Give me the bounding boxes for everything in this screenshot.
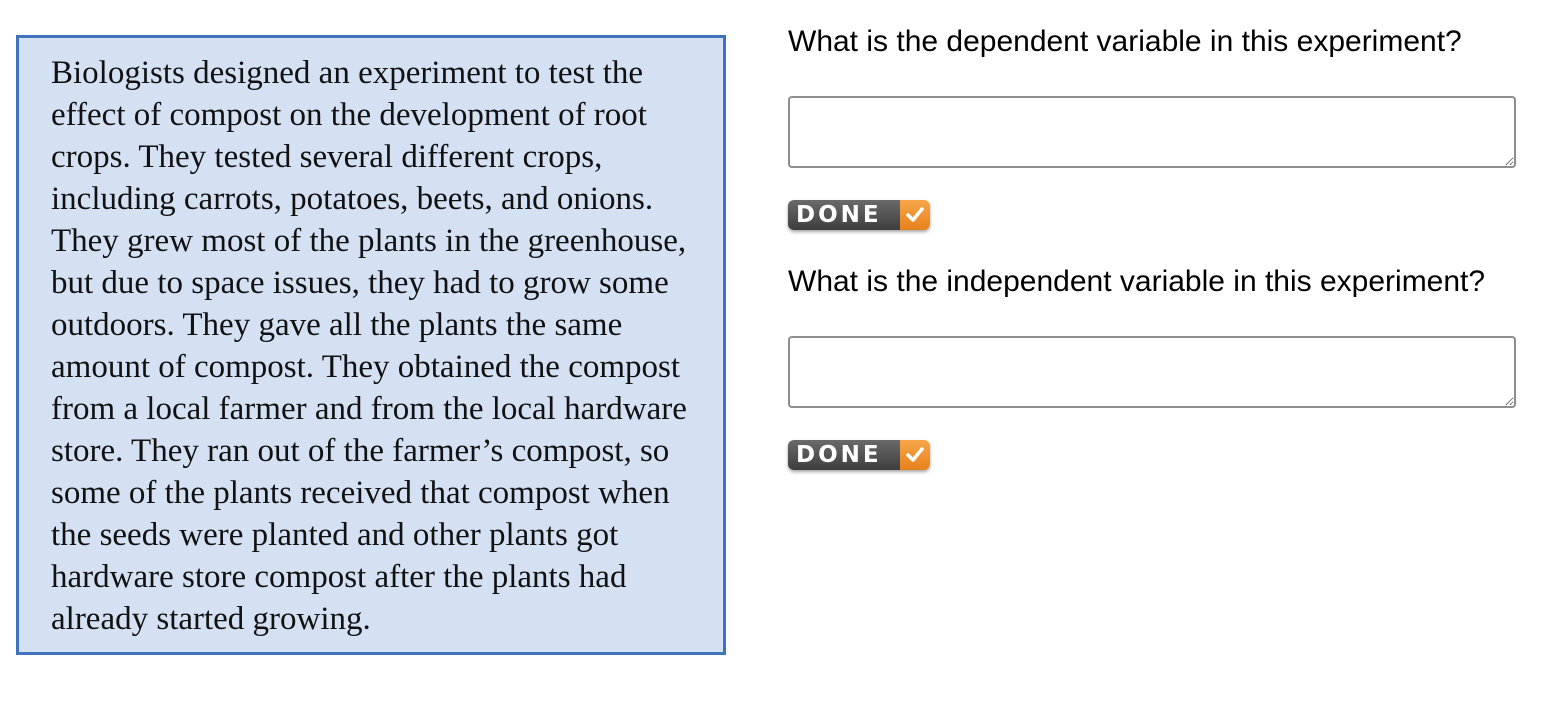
checkmark-icon (900, 440, 930, 470)
question-1-prompt: What is the dependent variable in this e… (788, 25, 1462, 58)
passage-panel[interactable]: Biologists designed an experiment to tes… (16, 35, 726, 655)
done-button-label: DONE (788, 440, 900, 470)
question-2-done-button[interactable]: DONE (788, 440, 930, 470)
checkmark-icon (900, 200, 930, 230)
passage-text: Biologists designed an experiment to tes… (51, 55, 687, 637)
done-button-label: DONE (788, 200, 900, 230)
question-1-done-button[interactable]: DONE (788, 200, 930, 230)
question-2-answer-field[interactable] (788, 336, 1516, 408)
question-1-answer-field[interactable] (788, 96, 1516, 168)
question-2-prompt: What is the independent variable in this… (788, 265, 1486, 298)
